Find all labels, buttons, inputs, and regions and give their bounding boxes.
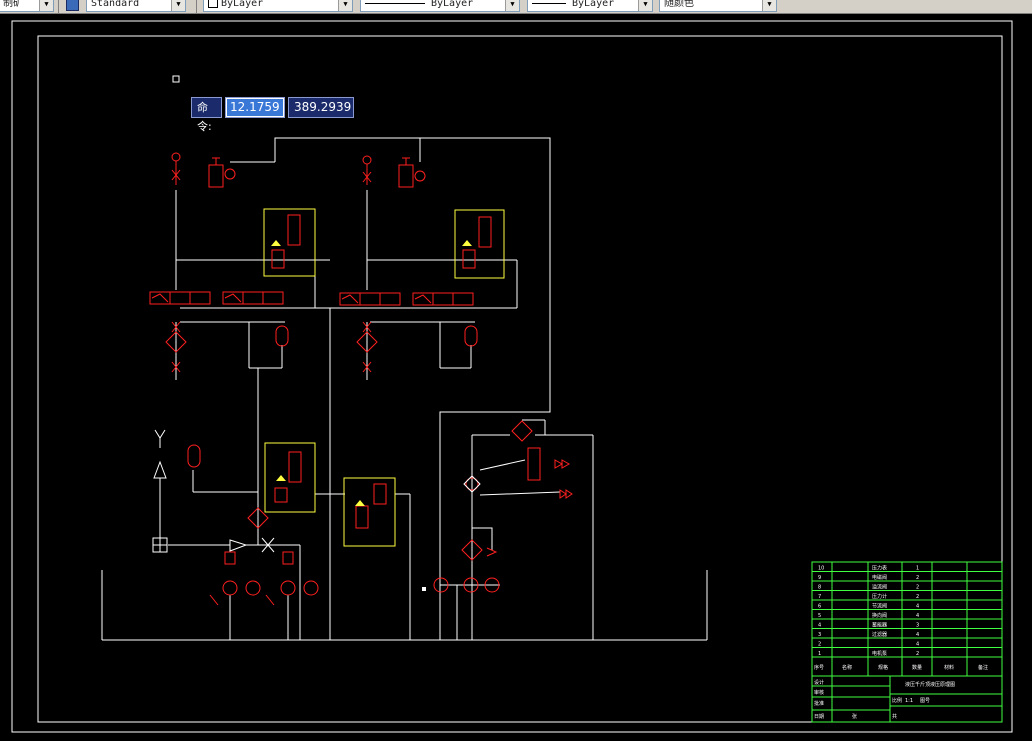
layer-value: ByLayer (221, 0, 264, 9)
chevron-down-icon[interactable]: ▼ (171, 0, 185, 11)
parts-row-name: 电机泵 (872, 650, 887, 657)
toolbar-separator (58, 0, 59, 13)
parts-row-qty: 4 (916, 632, 919, 638)
toolbar-separator (196, 0, 197, 13)
drawing-title: 液压千斤顶液压原理图 (905, 681, 955, 688)
lineweight-value: ByLayer (572, 0, 615, 9)
parts-row-number: 1 (818, 651, 821, 657)
parts-row-name: 压力计 (872, 593, 887, 600)
parts-row-qty: 2 (916, 594, 919, 600)
title-block-label: 比例 (892, 697, 902, 704)
parts-table-header: 规格 (878, 664, 888, 671)
parts-row-qty: 2 (916, 651, 919, 657)
parts-row-number: 9 (818, 575, 821, 581)
parts-row-qty: 3 (916, 623, 919, 629)
parts-row-number: 3 (818, 632, 821, 638)
lineweight-combo[interactable]: ByLayer ▼ (527, 0, 653, 12)
parts-row-number: 4 (818, 623, 821, 629)
parts-row-number: 8 (818, 585, 821, 591)
drawing-canvas[interactable]: 10 压力表 1 9 电磁阀 2 8 溢流阀 2 7 压力计 2 6 节流阀 4 5 换向阀 4 4 蓄能器 3 3 过滤器… (0, 14, 1032, 737)
parts-row-name: 电磁阀 (872, 574, 887, 581)
drawing-svg: 10 压力表 1 9 电磁阀 2 8 溢流阀 2 7 压力计 2 6 节流阀 4 5 换向阀 4 4 蓄能器 3 3 过滤器… (11, 20, 1013, 733)
linetype-value: ByLayer (431, 0, 474, 9)
hydraulic-components (149, 152, 573, 606)
hydraulic-piping (101, 137, 708, 641)
chevron-down-icon[interactable]: ▼ (762, 0, 776, 11)
title-block-label: 图号 (920, 698, 930, 704)
cursor-pickbox (172, 75, 180, 83)
text-style-value: Standard (91, 0, 140, 9)
parts-row-name: 溢流阀 (872, 584, 887, 591)
y-coordinate-input[interactable]: 389.2939 (288, 97, 354, 118)
title-block-label: 批准 (814, 700, 824, 707)
text-style-combo[interactable]: Standard ▼ (86, 0, 186, 12)
parts-table-header: 数量 (912, 664, 922, 671)
color-combo[interactable]: 随颜色 ▼ (659, 0, 777, 12)
parts-row-qty: 2 (916, 585, 919, 591)
color-swatch-icon (208, 0, 218, 8)
parts-table-header: 备注 (978, 664, 988, 671)
parts-row-name: 节流阀 (872, 603, 887, 610)
parts-table-header: 材料 (944, 664, 954, 671)
sheet-border (11, 20, 1013, 733)
title-block-label: 审核 (814, 689, 824, 696)
dynamic-input[interactable]: 命令: 12.1759 389.2939 (191, 97, 354, 133)
parts-row-name: 换向阀 (872, 612, 887, 619)
parts-table-header: 序号 (814, 664, 824, 671)
title-block-label: 1:1 (905, 698, 913, 704)
title-block-label: 张 (852, 713, 857, 720)
layer-combo[interactable]: ByLayer ▼ (203, 0, 353, 12)
title-block-label: 共 (892, 713, 897, 720)
linetype-combo[interactable]: ByLayer ▼ (360, 0, 520, 12)
white-symbols (152, 429, 481, 553)
line-sample-icon (532, 2, 566, 4)
line-sample-icon (365, 2, 425, 4)
parts-row-qty: 2 (916, 575, 919, 581)
parts-row-qty: 4 (916, 613, 919, 619)
parts-table-header: 名称 (842, 664, 852, 671)
properties-toolbar: 制矿 ▼ Standard ▼ ByLayer ▼ ByLayer ▼ ByLa… (0, 0, 1032, 14)
x-coordinate-value: 12.1759 (227, 99, 283, 116)
command-label: 命令: (191, 97, 222, 133)
chevron-down-icon[interactable]: ▼ (39, 0, 53, 11)
parts-row-qty: 1 (916, 566, 919, 572)
parts-row-name: 蓄能器 (872, 622, 887, 629)
chevron-down-icon[interactable]: ▼ (638, 0, 652, 11)
parts-row-name: 压力表 (872, 565, 887, 572)
parts-row-number: 2 (818, 642, 821, 648)
parts-row-number: 5 (818, 613, 821, 619)
chevron-down-icon[interactable]: ▼ (505, 0, 519, 11)
text-style-icon[interactable] (66, 0, 79, 11)
color-value: 随颜色 (664, 0, 694, 9)
dim-style-value: 制矿 (3, 0, 23, 9)
parts-row-number: 7 (818, 594, 821, 600)
title-block-label: 日期 (814, 714, 824, 720)
chevron-down-icon[interactable]: ▼ (338, 0, 352, 11)
dim-style-combo[interactable]: 制矿 ▼ (0, 0, 54, 12)
parts-row-name: 过滤器 (872, 631, 887, 638)
parts-row-qty: 4 (916, 604, 919, 610)
parts-row-number: 6 (818, 604, 821, 610)
title-block-label: 设计 (814, 679, 824, 686)
parts-row-qty: 4 (916, 642, 919, 648)
x-coordinate-input[interactable]: 12.1759 (225, 97, 285, 118)
grip-point (422, 587, 426, 591)
parts-row-number: 10 (818, 566, 824, 572)
